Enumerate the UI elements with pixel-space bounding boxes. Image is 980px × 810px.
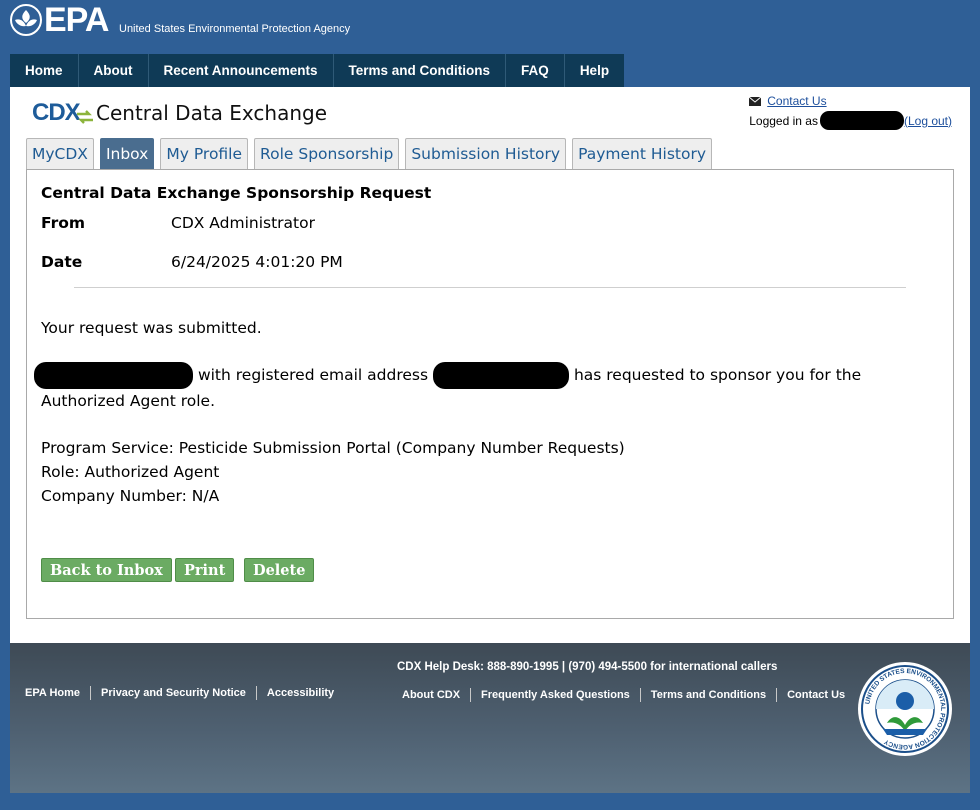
footer: CDX Help Desk: 888-890-1995 | (970) 494-… bbox=[10, 643, 970, 793]
email-redacted bbox=[433, 362, 569, 389]
footer-link-about-cdx[interactable]: About CDX bbox=[402, 688, 472, 702]
footer-link-faq[interactable]: Frequently Asked Questions bbox=[471, 688, 641, 702]
role-text: Role: Authorized Agent bbox=[41, 463, 220, 481]
agency-tagline: United States Environmental Protection A… bbox=[119, 23, 351, 35]
tab-inbox[interactable]: Inbox bbox=[99, 138, 155, 169]
main-panel: CDX Central Data Exchange Contact Us Log… bbox=[10, 87, 970, 643]
delete-button[interactable]: Delete bbox=[244, 558, 315, 582]
logout-link[interactable]: (Log out) bbox=[904, 114, 952, 128]
footer-link-accessibility[interactable]: Accessibility bbox=[257, 686, 344, 700]
contact-line: Contact Us bbox=[749, 94, 952, 108]
sponsor-name-redacted bbox=[34, 362, 193, 389]
tab-my-profile[interactable]: My Profile bbox=[160, 138, 249, 169]
user-box: Contact Us Logged in as (Log out) bbox=[749, 94, 952, 130]
footer-link-contact-us[interactable]: Contact Us bbox=[777, 688, 855, 702]
nav-about[interactable]: About bbox=[79, 54, 149, 87]
header-divider bbox=[74, 287, 906, 288]
top-nav: Home About Recent Announcements Terms an… bbox=[10, 54, 625, 87]
footer-link-terms[interactable]: Terms and Conditions bbox=[641, 688, 778, 702]
from-value: CDX Administrator bbox=[171, 214, 315, 232]
tab-payment-history[interactable]: Payment History bbox=[572, 138, 713, 169]
footer-link-epa-home[interactable]: EPA Home bbox=[25, 686, 92, 700]
tab-submission-history[interactable]: Submission History bbox=[405, 138, 567, 169]
company-number-text: Company Number: N/A bbox=[41, 487, 220, 505]
print-button[interactable]: Print bbox=[175, 558, 235, 582]
from-label: From bbox=[41, 214, 86, 232]
nav-faq[interactable]: FAQ bbox=[506, 54, 565, 87]
tab-role-sponsorship[interactable]: Role Sponsorship bbox=[254, 138, 400, 169]
nav-recent-announcements[interactable]: Recent Announcements bbox=[149, 54, 334, 87]
epa-flower-icon bbox=[10, 4, 42, 36]
username-redacted bbox=[819, 111, 904, 130]
helpdesk-info: CDX Help Desk: 888-890-1995 | (970) 494-… bbox=[397, 661, 778, 673]
nav-help[interactable]: Help bbox=[565, 54, 624, 87]
tab-mycdx[interactable]: MyCDX bbox=[26, 138, 94, 169]
nav-terms-and-conditions[interactable]: Terms and Conditions bbox=[334, 54, 507, 87]
message-content: Central Data Exchange Sponsorship Reques… bbox=[26, 169, 954, 619]
cdx-logo[interactable]: CDX bbox=[32, 99, 93, 127]
login-line: Logged in as (Log out) bbox=[749, 111, 952, 130]
sponsor-paragraph: with registered email address has reques… bbox=[34, 362, 946, 413]
epa-wordmark: EPA bbox=[44, 1, 109, 39]
logged-in-label: Logged in as bbox=[749, 113, 818, 128]
back-to-inbox-button[interactable]: Back to Inbox bbox=[41, 558, 172, 582]
footer-left-links: EPA Home Privacy and Security Notice Acc… bbox=[25, 686, 344, 700]
epa-logo[interactable]: EPA bbox=[10, 1, 109, 39]
app-title: Central Data Exchange bbox=[96, 101, 328, 125]
contact-us-link[interactable]: Contact Us bbox=[767, 94, 826, 108]
submitted-text: Your request was submitted. bbox=[41, 319, 262, 337]
message-subject: Central Data Exchange Sponsorship Reques… bbox=[41, 184, 432, 202]
epa-seal-icon[interactable]: UNITED STATES ENVIRONMENTAL PROTECTION A… bbox=[857, 661, 953, 757]
date-value: 6/24/2025 4:01:20 PM bbox=[171, 253, 343, 271]
footer-link-privacy[interactable]: Privacy and Security Notice bbox=[91, 686, 257, 700]
site-header: EPA United States Environmental Protecti… bbox=[0, 0, 980, 54]
cdx-brand: CDX Central Data Exchange bbox=[32, 99, 327, 127]
tab-bar: MyCDX Inbox My Profile Role Sponsorship … bbox=[26, 138, 718, 169]
envelope-icon bbox=[749, 96, 762, 106]
date-label: Date bbox=[41, 253, 83, 271]
cdx-logo-text: CDX bbox=[32, 99, 81, 126]
paragraph-part-1: with registered email address bbox=[197, 366, 429, 384]
cdx-arrows-icon bbox=[77, 110, 93, 124]
program-service-text: Program Service: Pesticide Submission Po… bbox=[41, 439, 625, 457]
footer-right-links: About CDX Frequently Asked Questions Ter… bbox=[402, 688, 855, 702]
nav-home[interactable]: Home bbox=[10, 54, 79, 87]
